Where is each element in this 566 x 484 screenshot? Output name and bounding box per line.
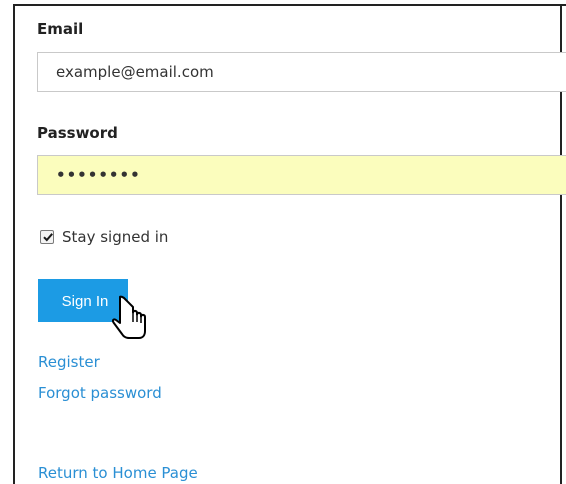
- password-input[interactable]: ••••••••: [37, 155, 566, 195]
- stay-signed-in-checkbox[interactable]: [40, 230, 54, 244]
- return-home-link[interactable]: Return to Home Page: [38, 464, 198, 482]
- login-form-container: Email example@email.com Password •••••••…: [0, 0, 566, 484]
- checkmark-icon: [43, 233, 53, 242]
- email-input[interactable]: example@email.com: [37, 52, 566, 92]
- stay-signed-in-row[interactable]: Stay signed in: [40, 226, 168, 248]
- password-label: Password: [37, 124, 118, 142]
- forgot-password-link[interactable]: Forgot password: [38, 384, 162, 402]
- hand-pointer-cursor-icon: [112, 295, 146, 339]
- register-link[interactable]: Register: [38, 353, 100, 371]
- window-border-left: [13, 4, 15, 484]
- stay-signed-in-label: Stay signed in: [62, 228, 169, 246]
- window-border-top: [13, 4, 566, 6]
- email-label: Email: [37, 20, 84, 38]
